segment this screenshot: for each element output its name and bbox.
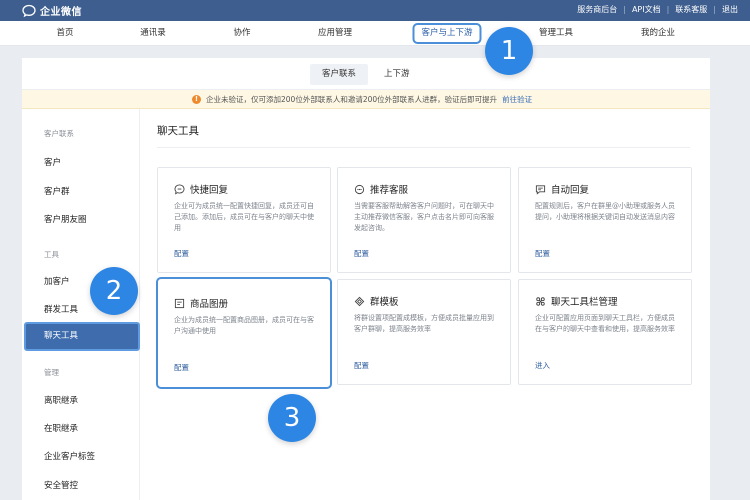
card-description: 将群设置项配置成模板，方便成员批量应用到客户群聊，提高服务效率 <box>354 314 494 333</box>
sidebar-item-security-control[interactable]: 安全管控 <box>44 479 78 491</box>
verification-warning-bar: ! 企业未验证，仅可添加200位外部联系人和邀请200位外部联系人进群，验证后即… <box>22 90 710 109</box>
main-nav: 首页 通讯录 协作 应用管理 客户与上下游 管理工具 我的企业 <box>0 21 750 46</box>
logo[interactable]: 企业微信 <box>22 3 82 18</box>
card-title: 快捷回复 <box>190 185 229 196</box>
warning-text: 企业未验证，仅可添加200位外部联系人和邀请200位外部联系人进群，验证后即可提… <box>206 95 498 104</box>
card-group-template[interactable]: 群模板 将群设置项配置成模板，方便成员批量应用到客户群聊，提高服务效率 配置 <box>337 279 511 385</box>
card-description: 企业可为成员统一配置快捷回复，成员还可自己添加。添加后，成员可在与客户的聊天中使… <box>174 202 314 232</box>
sidebar-group-label: 工具 <box>44 250 59 259</box>
nav-collaboration[interactable]: 协作 <box>233 21 250 46</box>
nav-customers-and-partners[interactable]: 客户与上下游 <box>412 23 482 44</box>
sub-tabs: 客户联系 上下游 <box>22 58 710 90</box>
card-description: 企业为成员统一配置商品图册，成员可在与客户沟通中使用 <box>174 316 314 335</box>
configure-link[interactable]: 配置 <box>535 248 550 259</box>
card-recommend-service[interactable]: 推荐客服 当需要客服帮助解答客户问题时，可在聊天中主动推荐微信客服，客户点击名片… <box>337 167 511 273</box>
warning-icon: ! <box>192 95 201 104</box>
sidebar-item-customer-tags[interactable]: 企业客户标签 <box>44 450 95 462</box>
customer-service-icon <box>354 184 365 194</box>
contact-support-link[interactable]: 联系客服 <box>675 4 707 15</box>
card-title: 商品图册 <box>190 299 229 310</box>
nav-app-management[interactable]: 应用管理 <box>318 21 352 46</box>
configure-link[interactable]: 配置 <box>174 248 189 259</box>
step-badge-2: 2 <box>90 267 138 315</box>
quick-reply-icon <box>174 183 185 194</box>
top-links: 服务商后台 | API文档 | 联系客服 | 退出 <box>577 4 738 15</box>
tab-customer-contact[interactable]: 客户联系 <box>310 64 369 85</box>
enter-link[interactable]: 进入 <box>535 360 550 371</box>
card-product-album[interactable]: 商品图册 企业为成员统一配置商品图册，成员可在与客户沟通中使用 配置 <box>156 277 332 389</box>
wecom-logo-icon <box>22 4 36 17</box>
card-title: 自动回复 <box>551 185 590 196</box>
product-album-icon <box>174 298 185 308</box>
sidebar-group-label: 管理 <box>44 368 59 377</box>
configure-link[interactable]: 配置 <box>354 248 369 259</box>
separator: | <box>623 5 626 14</box>
sidebar-group-label: 客户联系 <box>44 129 74 138</box>
top-bar: 企业微信 服务商后台 | API文档 | 联系客服 | 退出 <box>0 0 750 21</box>
card-quick-reply[interactable]: 快捷回复 企业可为成员统一配置快捷回复，成员还可自己添加。添加后，成员可在与客户… <box>157 167 331 273</box>
card-title: 推荐客服 <box>370 185 409 196</box>
separator: | <box>713 5 716 14</box>
configure-link[interactable]: 配置 <box>354 360 369 371</box>
verify-link[interactable]: 前往验证 <box>502 94 532 105</box>
sidebar-item-moments[interactable]: 客户朋友圈 <box>44 213 87 225</box>
sidebar-item-customer-groups[interactable]: 客户群 <box>44 185 70 197</box>
logout-link[interactable]: 退出 <box>722 4 738 15</box>
step-badge-1: 1 <box>485 27 533 75</box>
group-template-icon <box>354 296 365 306</box>
sidebar-item-add-customer[interactable]: 加客户 <box>44 275 70 287</box>
nav-my-company[interactable]: 我的企业 <box>641 21 675 46</box>
auto-reply-icon <box>535 184 546 195</box>
card-title: 群模板 <box>370 297 399 308</box>
sidebar-item-customers[interactable]: 客户 <box>44 156 61 168</box>
sidebar-item-chat-tools[interactable]: 聊天工具 <box>24 322 140 351</box>
separator: | <box>666 5 670 14</box>
card-title: 聊天工具栏管理 <box>551 297 618 308</box>
page-title: 聊天工具 <box>157 125 199 137</box>
sidebar-item-resigned-inheritance[interactable]: 离职继承 <box>44 394 78 406</box>
card-description: 配置规则后，客户在群里@小助理或服务人员提问，小助理将根据关键词自动发送消息内容 <box>535 202 675 221</box>
card-auto-reply[interactable]: 自动回复 配置规则后，客户在群里@小助理或服务人员提问，小助理将根据关键词自动发… <box>518 167 692 273</box>
card-description: 当需要客服帮助解答客户问题时，可在聊天中主动推荐微信客服，客户点击名片即可向客服… <box>354 202 494 232</box>
card-toolbar-management[interactable]: 聊天工具栏管理 企业可配置应用页面到聊天工具栏，方便成员在与客户的聊天中查看和使… <box>518 279 692 385</box>
divider <box>157 147 690 148</box>
provider-console-link[interactable]: 服务商后台 <box>577 4 617 15</box>
card-description: 企业可配置应用页面到聊天工具栏，方便成员在与客户的聊天中查看和使用，提高服务效率 <box>535 314 675 333</box>
api-docs-link[interactable]: API文档 <box>632 4 661 15</box>
logo-text: 企业微信 <box>40 7 82 18</box>
toolbar-manage-icon <box>536 296 545 306</box>
nav-management-tools[interactable]: 管理工具 <box>539 21 573 46</box>
nav-home[interactable]: 首页 <box>56 21 73 46</box>
sidebar-item-active-inheritance[interactable]: 在职继承 <box>44 422 78 434</box>
tab-upstream-downstream[interactable]: 上下游 <box>372 64 422 85</box>
nav-contacts[interactable]: 通讯录 <box>140 21 166 46</box>
step-badge-3: 3 <box>268 394 316 442</box>
sidebar-item-broadcast-tool[interactable]: 群发工具 <box>44 303 78 315</box>
configure-link[interactable]: 配置 <box>174 362 189 373</box>
